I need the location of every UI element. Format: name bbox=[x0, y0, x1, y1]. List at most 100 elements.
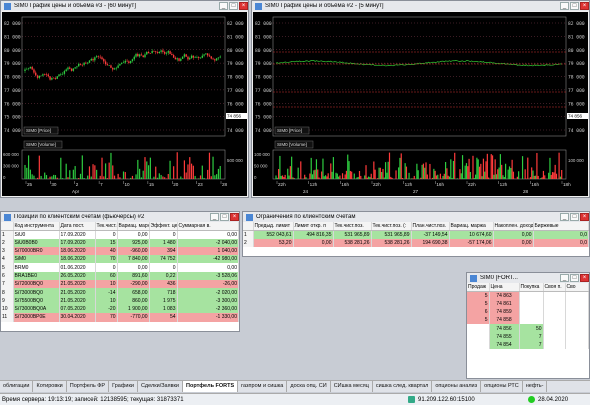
table-row[interactable]: 10 Si73000BQ0A 07.05.2020 -20 1 900,00 1 083-… bbox=[1, 304, 239, 314]
orderbook-header[interactable]: Цена bbox=[489, 283, 520, 292]
orderbook-row[interactable]: 6 74 859 bbox=[467, 307, 589, 317]
table-row[interactable]: 7 Si72000BQ0 21.05.2020 10 -290,00 436 -26,00 bbox=[1, 280, 239, 289]
x-tick-label: 12h bbox=[405, 182, 413, 187]
positions-header[interactable]: Суммарная в. bbox=[177, 222, 239, 231]
positions-cell-n: 8 bbox=[1, 288, 14, 297]
candle-body bbox=[214, 59, 216, 61]
orderbook-row[interactable]: 74 856 50 bbox=[467, 324, 589, 333]
close-button[interactable]: × bbox=[580, 2, 589, 10]
minimize-button[interactable]: _ bbox=[210, 213, 219, 221]
limits-header[interactable]: Вариац. маржа bbox=[449, 222, 494, 231]
maximize-button[interactable]: □ bbox=[570, 2, 579, 10]
volume-bar bbox=[465, 163, 468, 179]
maximize-button[interactable]: □ bbox=[229, 2, 238, 10]
orderbook-header[interactable]: Сво bbox=[565, 283, 589, 292]
workspace-tab[interactable]: сишка след. квартал bbox=[373, 381, 433, 392]
volume-bar bbox=[51, 176, 53, 179]
orderbook-row[interactable]: 5 74 858 bbox=[467, 316, 589, 325]
table-row[interactable]: 8 Si73000BQ0 21.05.2020 -14 658,00 718 -2 020,… bbox=[1, 288, 239, 297]
orderbook-header[interactable]: Продаж bbox=[467, 283, 490, 292]
workspace-tab[interactable]: Котировки bbox=[33, 381, 67, 392]
orderbook-row[interactable]: 5 74 863 bbox=[467, 291, 589, 300]
workspace-tab[interactable]: Графики bbox=[109, 381, 138, 392]
limits-titlebar[interactable]: Ограничения по клиентским счетам _ □ × bbox=[243, 212, 589, 222]
workspace-tab[interactable]: Портфель FORTS bbox=[183, 381, 239, 392]
limits-header[interactable]: Биржевые bbox=[533, 222, 589, 231]
volume-bar bbox=[351, 171, 353, 179]
maximize-button[interactable]: □ bbox=[570, 213, 579, 221]
orderbook-header[interactable]: Своя п. bbox=[543, 283, 566, 292]
minimize-button[interactable]: _ bbox=[219, 2, 228, 10]
price-chart-window-1[interactable]: SIM0 График цены и объёма #3 - [60 минут… bbox=[0, 0, 249, 198]
workspace-tab[interactable]: нефть- bbox=[523, 381, 548, 392]
limits-header[interactable]: План.чист.поз. bbox=[411, 222, 450, 231]
workspace-tab[interactable]: Портфель ФР bbox=[67, 381, 110, 392]
orderbook-window[interactable]: SIM0 [FORT... _ □ × Продаж Цена Покупка Сво… bbox=[466, 272, 590, 379]
chart-1-canvas[interactable]: 82 000 82 000 81 000 81 000 80 000 80 000 79 0… bbox=[2, 12, 247, 196]
limits-header[interactable]: Тек.чист.поз. bbox=[333, 222, 372, 231]
table-row[interactable]: 11 Si73000BP0E 30.04.2020 70 -770,00 54 -1 330… bbox=[1, 313, 239, 322]
table-row[interactable]: 2 SiU0B0B0 17.09.2020 15 925,00 1 480 -2 040,0… bbox=[1, 238, 239, 247]
positions-header[interactable]: Дата пост. bbox=[59, 222, 96, 231]
chart-2-title: SIM0 График цены и объёма #2 - [5 минут] bbox=[265, 3, 384, 9]
limits-header[interactable]: Лимит откр. п bbox=[293, 222, 334, 231]
chart-2-canvas[interactable]: 82 000 82 000 81 000 81 000 80 000 80 000 79 0… bbox=[253, 12, 588, 196]
maximize-button[interactable]: □ bbox=[570, 274, 579, 282]
minimize-button[interactable]: _ bbox=[560, 2, 569, 10]
positions-header[interactable]: Тек.чист.поз. bbox=[95, 222, 118, 231]
orderbook-titlebar[interactable]: SIM0 [FORT... _ □ × bbox=[467, 273, 589, 283]
positions-header[interactable]: Эффект. цена bbox=[149, 222, 178, 231]
candle-body bbox=[110, 65, 112, 68]
positions-cell-vm: 891,60 bbox=[117, 271, 150, 281]
positions-header[interactable]: Код инструмента bbox=[13, 222, 60, 231]
limits-header[interactable] bbox=[243, 222, 254, 231]
workspace-tab[interactable]: доска опц. СИ bbox=[287, 381, 331, 392]
limits-header[interactable]: Накоплен. доход bbox=[493, 222, 534, 231]
workspace-tab[interactable]: газпром и сишка bbox=[238, 381, 288, 392]
minimize-button[interactable]: _ bbox=[560, 274, 569, 282]
workspace-tab[interactable]: опционы РТС bbox=[481, 381, 523, 392]
maximize-button[interactable]: □ bbox=[220, 213, 229, 221]
x-tick-label: 10 bbox=[125, 182, 131, 187]
limits-header[interactable]: Предыд. лимит bbox=[253, 222, 294, 231]
workspace-tab[interactable]: опционы анализ bbox=[432, 381, 482, 392]
chart-2-titlebar[interactable]: SIM0 График цены и объёма #2 - [5 минут]… bbox=[252, 1, 589, 11]
close-button[interactable]: × bbox=[580, 274, 589, 282]
orderbook-row[interactable]: 5 74 861 bbox=[467, 299, 589, 308]
positions-cell-pos: 60 bbox=[95, 271, 118, 281]
chart-1-titlebar[interactable]: SIM0 График цены и объёма #3 - [60 минут… bbox=[1, 1, 248, 11]
table-row[interactable]: 3 Si70000BR0 18.06.2020 40 -960,00 394 1 040,0… bbox=[1, 246, 239, 256]
close-button[interactable]: × bbox=[580, 213, 589, 221]
limits-window[interactable]: Ограничения по клиентским счетам _ □ × П… bbox=[242, 211, 590, 257]
x-tick-label: 15 bbox=[149, 182, 155, 187]
minimize-button[interactable]: _ bbox=[560, 213, 569, 221]
positions-cell-sum: -3 300,00 bbox=[177, 296, 239, 305]
close-button[interactable]: × bbox=[239, 2, 248, 10]
positions-window[interactable]: Позиции по клиентским счетам (фьючерсы) … bbox=[0, 211, 240, 332]
price-chart-window-2[interactable]: SIM0 График цены и объёма #2 - [5 минут]… bbox=[251, 0, 590, 198]
positions-header[interactable] bbox=[1, 222, 14, 231]
orderbook-cell-buy bbox=[519, 291, 544, 300]
candle-body bbox=[137, 54, 139, 57]
table-row[interactable]: 2 53,20 0,00 538 281,26 538 281,26 194 690,38… bbox=[243, 238, 589, 247]
table-row[interactable]: 4 SiM0 18.06.2020 70 7 840,00 74 752 -42 980,0… bbox=[1, 255, 239, 264]
volume-bar bbox=[451, 178, 453, 179]
table-row[interactable]: 1 SiU0 17.09.2020 0 0,00 0 0,00 bbox=[1, 230, 239, 239]
volume-bar bbox=[315, 159, 318, 179]
table-row[interactable]: 6 BRA1BE0 26.05.2020 60 891,60 0,22 -3 528,06 bbox=[1, 271, 239, 281]
table-row[interactable]: 1 552 043,61 494 816,35 531 965,89 531 965,8… bbox=[243, 230, 589, 239]
workspace-tab[interactable]: СИшка месяц bbox=[331, 381, 373, 392]
positions-header[interactable]: Вариац. маржа bbox=[117, 222, 150, 231]
table-row[interactable]: 9 Si75500BQ0 21.05.2020 10 860,00 1 975 -3 300… bbox=[1, 296, 239, 305]
table-row[interactable]: 5 BRM0 01.06.2020 0 0,00 0 0,00 bbox=[1, 263, 239, 272]
orderbook-row[interactable]: 74 854 7 bbox=[467, 341, 589, 350]
workspace-tab[interactable]: облигации bbox=[0, 381, 34, 392]
orderbook-header[interactable]: Покупка bbox=[519, 283, 544, 292]
close-button[interactable]: × bbox=[230, 213, 239, 221]
price-tick-left: 76 000 bbox=[255, 101, 272, 107]
positions-titlebar[interactable]: Позиции по клиентским счетам (фьючерсы) … bbox=[1, 212, 239, 222]
limits-header[interactable]: Тек.чист.поз. (: bbox=[371, 222, 412, 231]
volume-bar bbox=[501, 164, 503, 179]
workspace-tab[interactable]: Сделки/Заявки bbox=[138, 381, 183, 392]
orderbook-row[interactable]: 74 855 7 bbox=[467, 332, 589, 342]
